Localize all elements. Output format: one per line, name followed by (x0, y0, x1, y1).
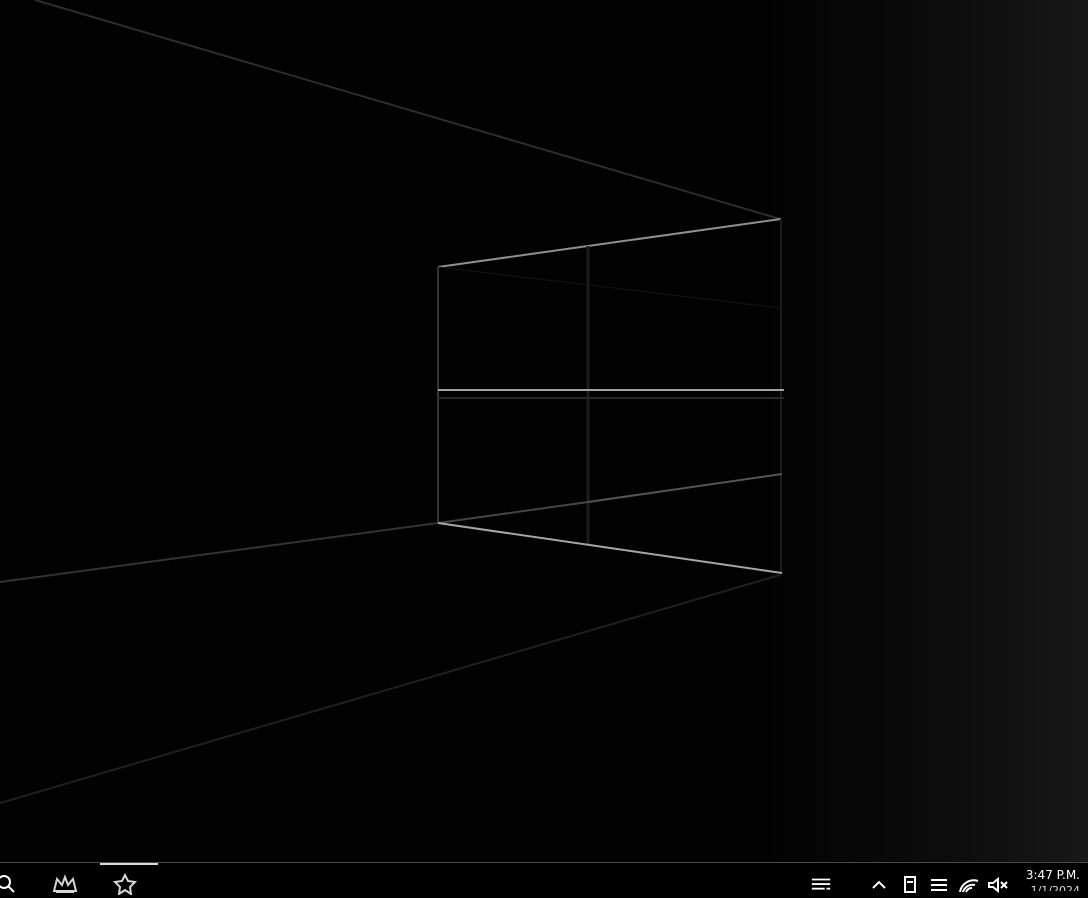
keyboard-layout-icon[interactable] (928, 875, 950, 895)
desktop[interactable] (0, 0, 1088, 862)
wallpaper-glow (760, 0, 1088, 862)
taskbar: 3:47 P.M. 1/1/2024 (0, 862, 1088, 898)
news-feed-icon[interactable] (810, 875, 832, 895)
active-app-indicator (100, 863, 158, 865)
windows-logo-wallpaper (0, 0, 1088, 862)
volume-muted-icon[interactable] (987, 875, 1009, 895)
star-app-icon[interactable] (112, 873, 138, 895)
search-icon[interactable] (0, 873, 19, 895)
crown-app-icon[interactable] (52, 873, 78, 895)
show-hidden-icons-chevron[interactable] (868, 875, 890, 895)
device-icon[interactable] (899, 875, 921, 895)
clock[interactable]: 3:47 P.M. 1/1/2024 (1018, 868, 1080, 891)
clock-date: 1/1/2024 (1030, 884, 1080, 891)
wifi-icon[interactable] (958, 875, 980, 895)
clock-time: 3:47 P.M. (1025, 868, 1080, 882)
